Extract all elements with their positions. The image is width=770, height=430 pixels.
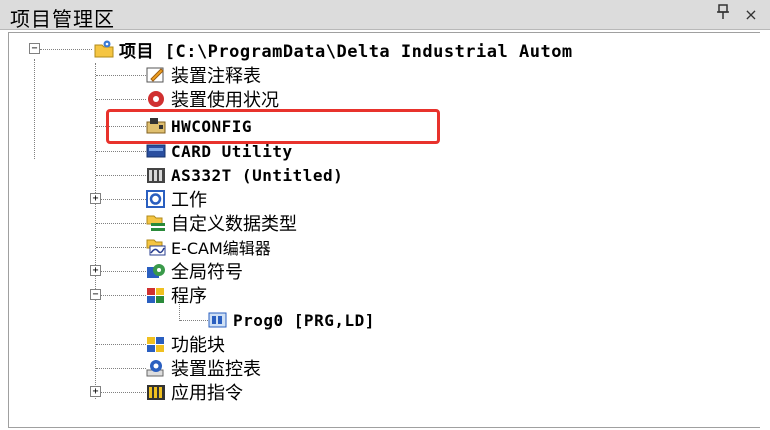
card-utility-icon bbox=[145, 141, 167, 161]
tree-item-label: E-CAM编辑器 bbox=[171, 239, 271, 258]
tree-connector bbox=[101, 199, 146, 200]
tree-connector bbox=[40, 49, 92, 50]
tree-item-function-block[interactable]: 功能块 bbox=[145, 332, 225, 356]
hwconfig-highlight-box bbox=[106, 109, 440, 144]
tree-connector bbox=[101, 392, 146, 393]
tree-connector bbox=[34, 59, 35, 159]
tree-connector bbox=[96, 223, 146, 224]
tree-root-project[interactable]: 项目 [C:\ProgramData\Delta Industrial Auto… bbox=[93, 37, 573, 62]
function-block-icon bbox=[145, 334, 167, 354]
project-manager-panel: 项目管理区 × − 项目 [C:\ProgramData\Delta Indus… bbox=[0, 0, 770, 430]
tree-root-label: 项目 [C:\ProgramData\Delta Industrial Auto… bbox=[119, 41, 573, 62]
tree-item-device-monitor[interactable]: 装置监控表 bbox=[145, 356, 261, 380]
expand-toggle-app-instruction[interactable]: + bbox=[90, 386, 101, 397]
tree-item-label: AS332T (Untitled) bbox=[171, 165, 344, 185]
tree-item-label: 功能块 bbox=[171, 335, 225, 356]
tree-item-custom-data-type[interactable]: 自定义数据类型 bbox=[145, 211, 297, 235]
tree-item-label: 装置注释表 bbox=[171, 66, 261, 87]
device-monitor-icon bbox=[145, 358, 167, 378]
close-icon[interactable]: × bbox=[740, 4, 762, 26]
tree-connector bbox=[101, 295, 146, 296]
tree-item-as332t[interactable]: AS332T (Untitled) bbox=[145, 163, 343, 187]
tree-item-device-usage[interactable]: 装置使用状况 bbox=[145, 87, 279, 111]
tree-connector bbox=[180, 320, 208, 321]
program-icon bbox=[145, 285, 167, 305]
tree-item-label: 工作 bbox=[171, 190, 207, 211]
tree-connector bbox=[96, 344, 146, 345]
tree-item-global-symbols[interactable]: 全局符号 bbox=[145, 259, 243, 283]
collapse-toggle-program[interactable]: − bbox=[90, 289, 101, 300]
tree-item-label: 装置监控表 bbox=[171, 359, 261, 380]
tree-item-label: 程序 bbox=[171, 286, 207, 307]
project-tree: − 项目 [C:\ProgramData\Delta Industrial Au… bbox=[8, 32, 760, 428]
project-folder-icon bbox=[93, 39, 115, 59]
tree-item-app-instruction[interactable]: 应用指令 bbox=[145, 380, 243, 404]
task-gear-icon bbox=[145, 189, 167, 209]
tree-connector bbox=[96, 75, 146, 76]
tree-connector bbox=[101, 271, 146, 272]
app-instruction-icon bbox=[145, 382, 167, 402]
tree-item-ecam-editor[interactable]: E-CAM编辑器 bbox=[145, 235, 271, 259]
expand-toggle-global-symbols[interactable]: + bbox=[90, 265, 101, 276]
tree-item-label: 自定义数据类型 bbox=[171, 214, 297, 235]
device-comment-icon bbox=[145, 65, 167, 85]
plc-module-icon bbox=[145, 165, 167, 185]
custom-data-type-icon bbox=[145, 213, 167, 233]
expand-toggle-task[interactable]: + bbox=[90, 193, 101, 204]
tree-item-label: 全局符号 bbox=[171, 262, 243, 283]
tree-connector bbox=[96, 99, 146, 100]
tree-item-label: CARD Utility bbox=[171, 141, 293, 161]
ecam-editor-icon bbox=[145, 237, 167, 257]
panel-title: 项目管理区 bbox=[10, 7, 115, 31]
panel-titlebar: 项目管理区 × bbox=[0, 0, 770, 31]
tree-connector bbox=[96, 151, 146, 152]
tree-connector bbox=[96, 368, 146, 369]
tree-item-label: Prog0 [PRG,LD] bbox=[233, 310, 375, 330]
tree-item-task[interactable]: 工作 bbox=[145, 187, 207, 211]
device-usage-icon bbox=[145, 89, 167, 109]
root-collapse-toggle[interactable]: − bbox=[29, 43, 40, 54]
global-symbols-icon bbox=[145, 261, 167, 281]
tree-item-prog0[interactable]: Prog0 [PRG,LD] bbox=[207, 308, 375, 332]
tree-item-program[interactable]: 程序 bbox=[145, 283, 207, 307]
tree-connector bbox=[95, 63, 96, 399]
tree-item-label: 应用指令 bbox=[171, 383, 243, 404]
program-unit-icon bbox=[207, 310, 229, 330]
pin-icon[interactable] bbox=[712, 4, 734, 26]
tree-connector bbox=[96, 175, 146, 176]
tree-item-device-comment[interactable]: 装置注释表 bbox=[145, 63, 261, 87]
tree-connector bbox=[96, 247, 146, 248]
